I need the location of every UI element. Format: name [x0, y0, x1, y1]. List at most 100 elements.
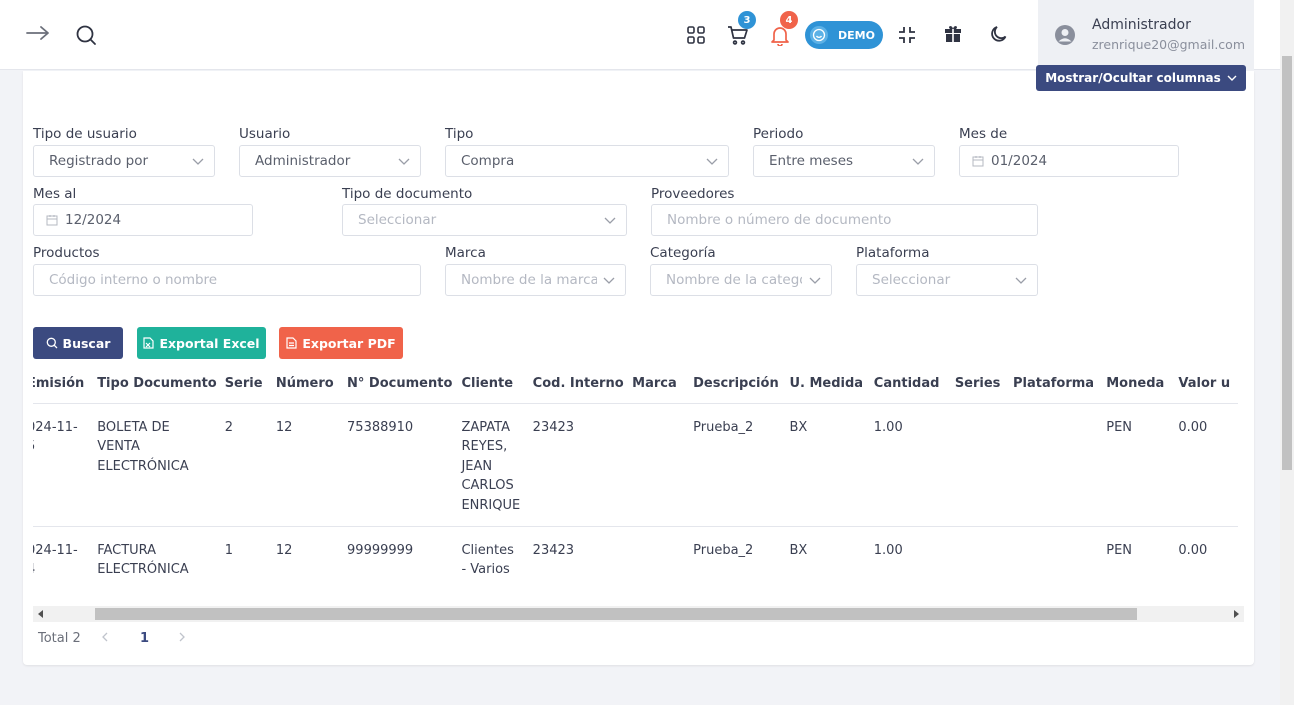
file-excel-icon — [143, 337, 155, 349]
show-hide-columns-label: Mostrar/Ocultar columnas — [1045, 71, 1221, 85]
cell-series — [954, 526, 1014, 590]
cell-marca — [632, 403, 694, 527]
column-header[interactable]: Moneda — [1106, 365, 1179, 404]
chevron-down-icon — [192, 158, 204, 165]
column-header[interactable]: Cantidad — [873, 365, 955, 404]
table-row[interactable]: 024-11-5 BOLETA DEVENTAELECTRÓNICA 2 12 … — [33, 403, 1238, 527]
tipo-usuario-value: Registrado por — [49, 153, 149, 169]
arrow-right-icon[interactable] — [24, 20, 52, 46]
cell-plataforma — [1013, 526, 1107, 590]
mes-de-picker[interactable]: 01/2024 — [959, 145, 1179, 177]
cell-line: Clientes — [461, 542, 514, 558]
plataforma-label: Plataforma — [856, 245, 930, 261]
chevron-down-icon — [398, 158, 410, 165]
table-row[interactable]: 024-11- 4 FACTURA ELECTRÓNICA 1 12 9999999… — [33, 526, 1238, 590]
show-hide-columns-button[interactable]: Mostrar/Ocultar columnas — [1036, 65, 1246, 91]
cell-cod-interno: 23423 — [532, 526, 633, 590]
column-header[interactable]: Serie — [224, 365, 276, 404]
cell-u-medida: BX — [789, 526, 874, 590]
next-page-icon[interactable] — [177, 631, 187, 647]
cell-cliente: Clientes - Varios — [461, 526, 533, 590]
mes-al-picker[interactable]: 12/2024 — [33, 204, 253, 236]
page-number-current[interactable]: 1 — [140, 631, 149, 646]
cell-tipo-documento: FACTURA ELECTRÓNICA — [97, 526, 225, 590]
page-vertical-scrollbar[interactable] — [1280, 0, 1294, 705]
cell-line: ELECTRÓNICA — [97, 458, 189, 474]
cell-tipo-documento: BOLETA DE VENTA ELECTRÓNICA — [97, 403, 225, 527]
calendar-icon — [46, 214, 58, 226]
productos-placeholder: Código interno o nombre — [49, 272, 218, 288]
proveedores-input[interactable]: Nombre o número de documento — [651, 204, 1038, 236]
cell-u-medida: BX — [789, 403, 874, 527]
cell-line: JEAN — [461, 458, 493, 474]
column-header[interactable]: Emisión — [33, 365, 98, 404]
categoria-select[interactable]: Nombre de la categoría — [650, 264, 832, 296]
moon-icon[interactable] — [988, 23, 1010, 45]
column-header[interactable]: Series — [954, 365, 1014, 404]
column-header[interactable]: N° Documento — [347, 365, 462, 404]
chevron-down-icon — [706, 158, 718, 165]
results-table: Emisión Tipo Documento Serie Número N° D… — [33, 365, 1238, 590]
cell-line: BOLETA DE — [97, 419, 170, 435]
export-excel-button[interactable]: Exportal Excel — [137, 327, 266, 359]
chevron-down-icon — [604, 217, 616, 224]
cell-emision: 024-11- 5 — [33, 403, 98, 527]
tipo-documento-select[interactable]: Seleccionar — [342, 204, 627, 236]
results-table-container: Emisión Tipo Documento Serie Número N° D… — [33, 365, 1244, 590]
periodo-select[interactable]: Entre meses — [753, 145, 935, 177]
marca-select[interactable]: Nombre de la marca — [445, 264, 626, 296]
cell-descripcion: Prueba_2 — [693, 403, 790, 527]
apps-grid-icon[interactable] — [685, 24, 707, 46]
mes-al-label: Mes al — [33, 186, 77, 202]
export-pdf-label: Exportar PDF — [302, 335, 396, 351]
column-header[interactable]: Valor u — [1178, 365, 1238, 404]
cell-cantidad: 1.00 — [873, 403, 955, 527]
scroll-right-icon[interactable] — [1234, 610, 1239, 618]
search-icon[interactable] — [74, 23, 98, 47]
search-button[interactable]: Buscar — [33, 327, 123, 359]
column-header[interactable]: Cod. Interno — [532, 365, 633, 404]
scroll-left-icon[interactable] — [38, 610, 43, 618]
table-horizontal-scrollbar[interactable] — [33, 606, 1244, 622]
cell-line: ZAPATA — [461, 419, 510, 435]
cell-cod-interno: 23423 — [532, 403, 633, 527]
productos-input[interactable]: Código interno o nombre — [33, 264, 421, 296]
cell-line: VENTA — [97, 439, 140, 454]
calendar-icon — [972, 155, 984, 167]
exit-fullscreen-icon[interactable] — [896, 24, 918, 46]
chevron-down-icon — [912, 158, 924, 165]
gift-icon[interactable] — [942, 23, 964, 45]
prev-page-icon[interactable] — [100, 631, 110, 647]
tipo-select[interactable]: Compra — [445, 145, 729, 177]
scrollbar-thumb[interactable] — [95, 608, 1137, 620]
cell-line: REYES, — [461, 439, 508, 454]
scrollbar-thumb[interactable] — [1282, 56, 1292, 470]
cell-line: - Varios — [461, 562, 510, 577]
export-excel-label: Exportal Excel — [159, 335, 260, 351]
column-header[interactable]: Tipo Documento — [97, 365, 225, 404]
cell-n-documento: 99999999 — [347, 526, 462, 590]
column-header[interactable]: Marca — [632, 365, 694, 404]
column-header[interactable]: U. Medida — [789, 365, 874, 404]
cell-marca — [632, 526, 694, 590]
export-pdf-button[interactable]: Exportar PDF — [279, 327, 403, 359]
column-header[interactable]: Cliente — [461, 365, 533, 404]
user-menu[interactable]: Administrador zrenrique20@gmail.com — [1038, 0, 1254, 70]
chevron-down-icon — [1227, 75, 1237, 81]
tipo-usuario-select[interactable]: Registrado por — [33, 145, 215, 177]
column-header[interactable]: Plataforma — [1013, 365, 1107, 404]
search-icon — [46, 337, 58, 349]
plataforma-select[interactable]: Seleccionar — [856, 264, 1038, 296]
cell-line: 4 — [33, 560, 97, 580]
cell-cantidad: 1.00 — [873, 526, 955, 590]
cell-line: FACTURA — [97, 542, 157, 558]
demo-toggle[interactable]: DEMO — [805, 21, 883, 49]
usuario-select[interactable]: Administrador — [239, 145, 421, 177]
column-header[interactable]: Número — [275, 365, 348, 404]
chevron-down-icon — [603, 277, 615, 284]
tipo-documento-placeholder: Seleccionar — [358, 212, 437, 228]
table-header-row: Emisión Tipo Documento Serie Número N° D… — [33, 365, 1238, 404]
column-header[interactable]: Descripción — [693, 365, 790, 404]
cell-line: ELECTRÓNICA — [97, 562, 189, 577]
top-bar: 3 4 DEMO Administrador zrenrique20@gmail… — [0, 0, 1280, 70]
